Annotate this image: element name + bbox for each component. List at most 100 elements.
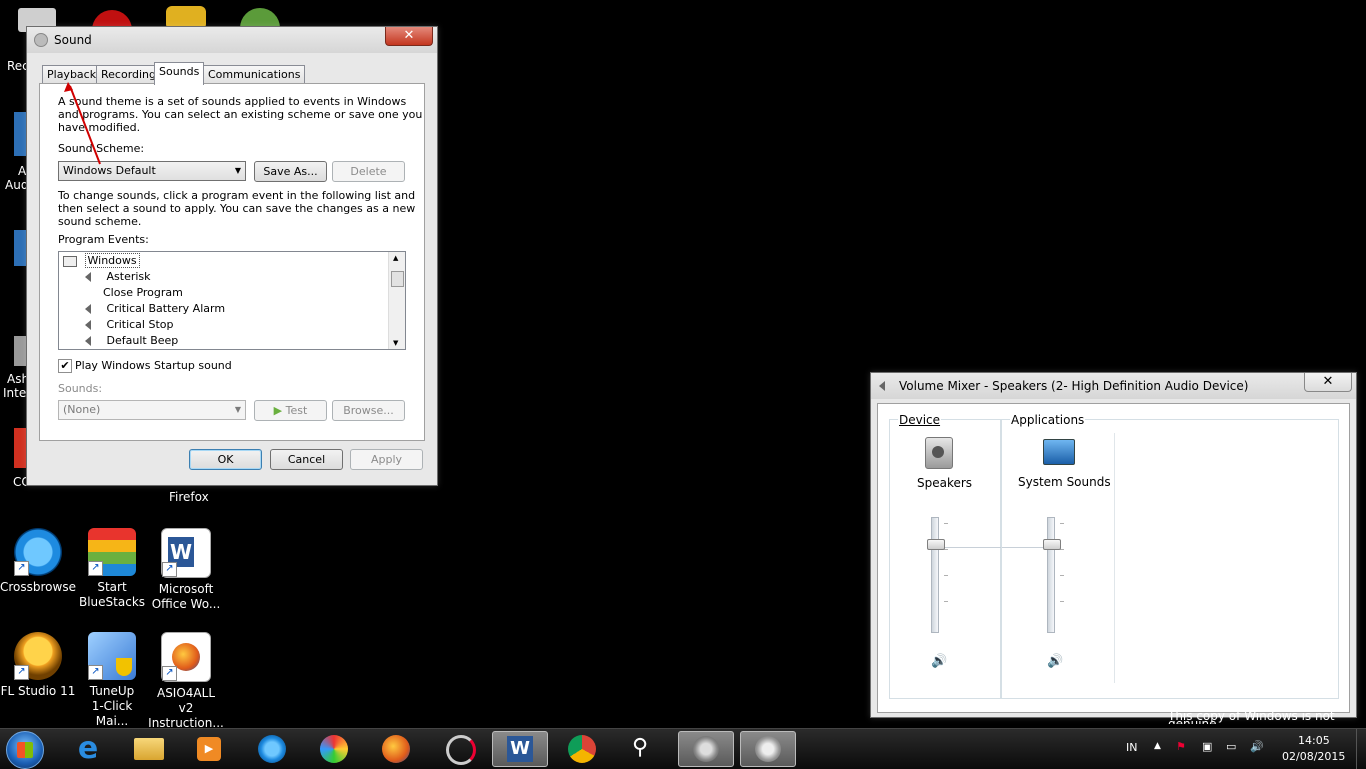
device-volume-thumb[interactable] <box>927 539 945 550</box>
desktop-partial-label-a: A <box>18 164 27 178</box>
instructions-line: To change sounds, click a program event … <box>58 189 416 202</box>
taskbar-search[interactable]: ⚲ <box>616 731 672 767</box>
event-name: Critical Stop <box>106 318 174 331</box>
taskbar-word[interactable]: W <box>492 731 548 767</box>
save-as-button[interactable]: Save As... <box>254 161 327 182</box>
description-line: A sound theme is a set of sounds applied… <box>58 95 407 108</box>
search-icon: ⚲ <box>632 735 649 760</box>
crossbrowse-icon <box>258 735 286 763</box>
system-sounds-label: System Sounds <box>1018 475 1111 489</box>
desktop-icon-flstudio[interactable]: ↗ FL Studio 11 <box>0 632 76 699</box>
firefox-icon <box>382 735 410 763</box>
event-row-critical-battery-alarm[interactable]: Critical Battery Alarm <box>85 301 225 317</box>
clock-time[interactable]: 14:05 <box>1298 734 1330 747</box>
show-hidden-icons-button[interactable]: ▲ <box>1154 741 1161 751</box>
taskbar-app-colorful[interactable] <box>306 731 362 767</box>
desktop-partial-label-firefox: Firefox <box>169 490 209 504</box>
event-name: Asterisk <box>106 270 151 283</box>
tab-sounds[interactable]: Sounds <box>154 62 205 85</box>
shortcut-arrow-icon: ↗ <box>14 561 29 576</box>
scroll-up-icon[interactable]: ▲ <box>393 254 398 262</box>
scroll-down-icon[interactable]: ▼ <box>393 339 398 347</box>
desktop-icon-asio4all[interactable]: ↗ ASIO4ALL v2 Instruction... <box>148 632 224 731</box>
taskbar-volume-mixer[interactable] <box>740 731 796 767</box>
sounds-label: Sounds: <box>58 382 103 395</box>
taskbar-app-circle[interactable] <box>432 731 488 767</box>
system-sounds-volume-thumb[interactable] <box>1043 539 1061 550</box>
show-desktop-button[interactable] <box>1356 729 1366 769</box>
description-line: have modified. <box>58 121 141 134</box>
fl-studio-icon: ↗ <box>14 632 62 680</box>
sound-dialog-close-button[interactable]: ✕ <box>385 27 433 46</box>
ok-button[interactable]: OK <box>189 449 262 470</box>
taskbar-crossbrowse[interactable] <box>244 731 300 767</box>
volume-icon[interactable]: 🔊 <box>1250 740 1264 753</box>
system-sounds-icon[interactable] <box>1043 439 1075 465</box>
usb-device-icon[interactable]: ▣ <box>1202 740 1212 753</box>
bluestacks-icon: ↗ <box>88 528 136 576</box>
desktop-icon-label: FL Studio 11 <box>0 684 76 698</box>
start-button[interactable] <box>6 731 44 769</box>
network-icon[interactable]: ▭ <box>1226 740 1236 753</box>
tab-communications[interactable]: Communications <box>203 65 306 84</box>
description-line: and programs. You can select an existing… <box>58 108 423 121</box>
delete-button[interactable]: Delete <box>332 161 405 182</box>
sound-theme-description: A sound theme is a set of sounds applied… <box>58 95 422 134</box>
crossbrowse-icon: ↗ <box>14 528 62 576</box>
program-events-list[interactable]: Windows Asterisk Close Program Critical … <box>58 251 406 350</box>
event-row-close-program[interactable]: Close Program <box>85 285 183 301</box>
taskbar-firefox[interactable] <box>368 731 424 767</box>
chevron-down-icon: ▼ <box>234 166 241 175</box>
language-indicator[interactable]: IN <box>1126 741 1137 754</box>
firefox-document-icon: ↗ <box>161 632 211 682</box>
volume-mixer-close-button[interactable]: ✕ <box>1304 373 1352 392</box>
event-row-default-beep[interactable]: Default Beep <box>85 333 178 349</box>
test-button[interactable]: ▶ Test <box>254 400 327 421</box>
test-button-label: Test <box>285 404 308 417</box>
slider-tick <box>1060 575 1064 576</box>
desktop-icon-word[interactable]: W ↗ Microsoft Office Wo... <box>148 528 224 612</box>
event-row-asterisk[interactable]: Asterisk <box>85 269 151 285</box>
app-circle-icon <box>446 735 476 765</box>
shortcut-arrow-icon: ↗ <box>88 665 103 680</box>
browse-button[interactable]: Browse... <box>332 400 405 421</box>
chrome-icon <box>568 735 596 763</box>
desktop-icon-tuneup[interactable]: ↗ TuneUp 1-Click Mai... <box>74 632 150 729</box>
clock-date[interactable]: 02/08/2015 <box>1282 750 1345 763</box>
events-scrollbar[interactable]: ▲ ▼ <box>388 252 405 349</box>
cancel-button[interactable]: Cancel <box>270 449 343 470</box>
speakers-icon[interactable] <box>925 437 953 469</box>
taskbar-internet-explorer[interactable]: e <box>60 731 116 767</box>
device-mute-button[interactable]: 🔊 <box>931 654 947 669</box>
event-name: Critical Battery Alarm <box>106 302 226 315</box>
desktop-icon-crossbrowse[interactable]: ↗ Crossbrowse <box>0 528 76 595</box>
startup-sound-checkbox[interactable]: ✔ <box>58 359 72 373</box>
system-sounds-mute-button[interactable]: 🔊 <box>1047 654 1063 669</box>
taskbar-media-player[interactable]: ▶ <box>182 731 238 767</box>
speaker-app-icon <box>755 736 781 762</box>
instructions-line: sound scheme. <box>58 215 142 228</box>
event-row-critical-stop[interactable]: Critical Stop <box>85 317 173 333</box>
action-center-icon[interactable]: ⚑ <box>1176 740 1186 753</box>
word-document-icon: W ↗ <box>161 528 211 578</box>
sounds-select[interactable]: (None) ▼ <box>58 400 246 420</box>
shortcut-arrow-icon: ↗ <box>14 665 29 680</box>
desktop-partial-label-inte: Inte <box>3 386 27 400</box>
sound-dialog-icon <box>34 33 48 47</box>
slider-tick <box>944 523 948 524</box>
system-sounds-volume-slider[interactable] <box>1047 517 1055 633</box>
speakers-label: Speakers <box>917 476 973 490</box>
desktop-icon-bluestacks[interactable]: ↗ Start BlueStacks <box>74 528 150 610</box>
apply-button[interactable]: Apply <box>350 449 423 470</box>
startup-sound-label[interactable]: Play Windows Startup sound <box>75 359 232 372</box>
scroll-thumb[interactable] <box>391 271 404 287</box>
taskbar-explorer[interactable] <box>122 731 178 767</box>
event-group-windows[interactable]: Windows <box>63 253 140 269</box>
genuine-watermark: This copy of Windows is not genuine <box>1168 712 1335 724</box>
taskbar-sound-dialog[interactable] <box>678 731 734 767</box>
taskbar-chrome[interactable] <box>554 731 610 767</box>
speaker-icon <box>85 304 91 314</box>
chevron-down-icon: ▼ <box>234 405 241 414</box>
device-volume-slider[interactable] <box>931 517 939 633</box>
windows-group-icon <box>63 255 77 267</box>
